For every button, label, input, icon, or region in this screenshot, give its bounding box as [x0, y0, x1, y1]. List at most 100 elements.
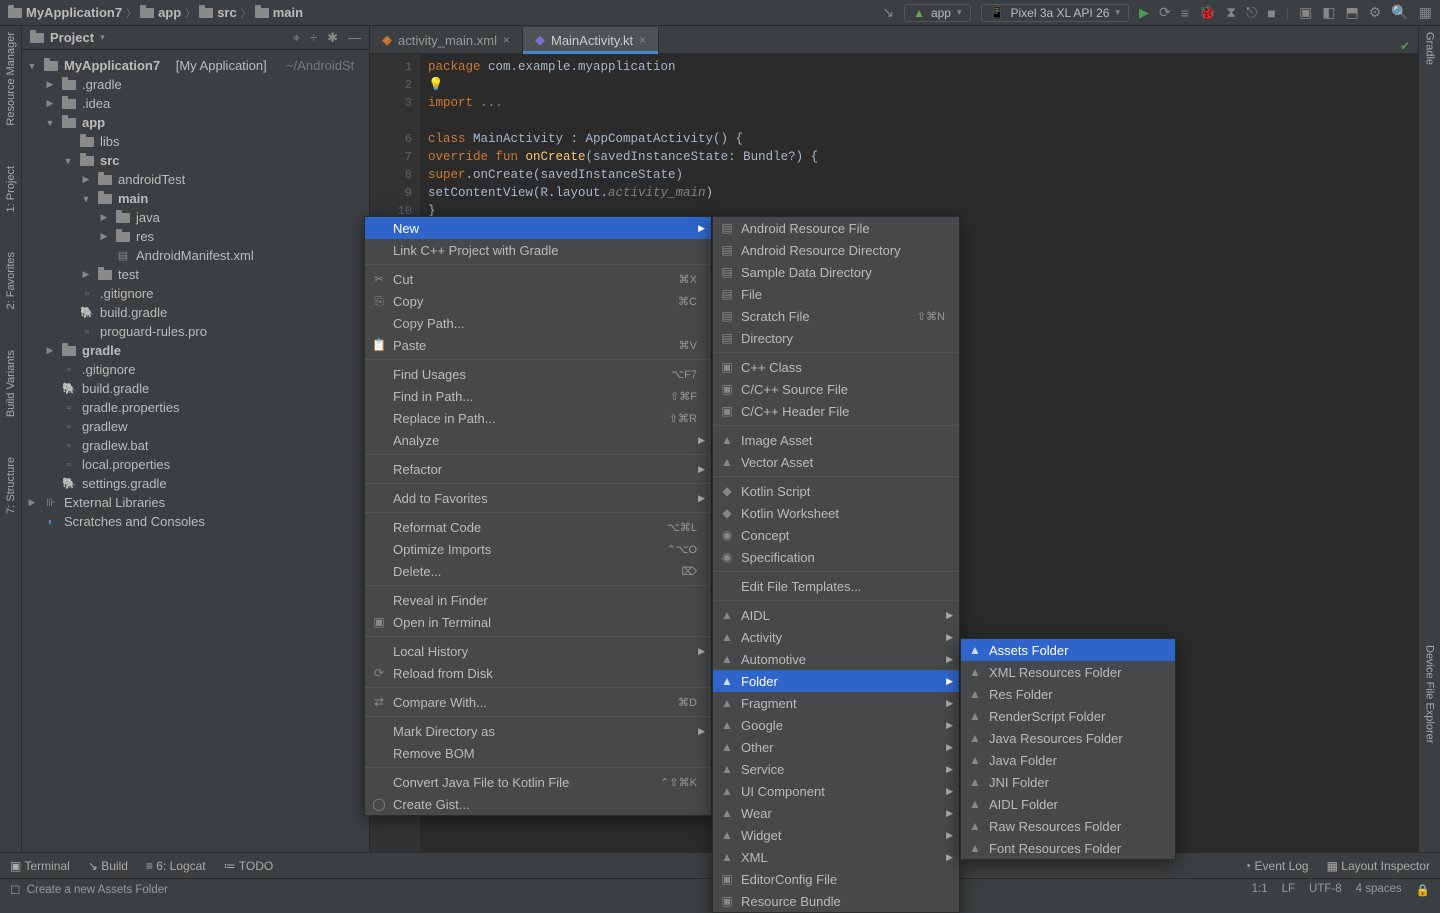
tree-item[interactable]: ▫local.properties: [22, 455, 369, 474]
menu-item[interactable]: Delete...⌦: [365, 560, 711, 582]
menu-item[interactable]: ▲UI Component▶: [713, 780, 959, 802]
tree-item[interactable]: 🐘settings.gradle: [22, 474, 369, 493]
apply-changes-icon[interactable]: ⟳: [1159, 4, 1171, 21]
tree-item[interactable]: 🐘build.gradle: [22, 303, 369, 322]
menu-item[interactable]: Optimize Imports⌃⌥O: [365, 538, 711, 560]
menu-item[interactable]: ▲Raw Resources Folder: [961, 815, 1175, 837]
project-tree[interactable]: ▼MyApplication7 [My Application] ~/Andro…: [22, 50, 369, 870]
menu-item[interactable]: 📋Paste⌘V: [365, 334, 711, 356]
menu-item[interactable]: ▣Open in Terminal: [365, 611, 711, 633]
close-icon[interactable]: ×: [503, 33, 510, 47]
rail-gradle[interactable]: Gradle: [1424, 32, 1436, 65]
rail-favorites[interactable]: 2: Favorites: [5, 252, 17, 309]
menu-item[interactable]: ⇄Compare With...⌘D: [365, 691, 711, 713]
tree-item[interactable]: ▤AndroidManifest.xml: [22, 246, 369, 265]
menu-item[interactable]: Convert Java File to Kotlin File⌃⇧⌘K: [365, 771, 711, 793]
menu-item[interactable]: ▲Folder▶: [713, 670, 959, 692]
menu-item[interactable]: ✂Cut⌘X: [365, 268, 711, 290]
menu-item[interactable]: ▲Res Folder: [961, 683, 1175, 705]
tree-item[interactable]: ▼src: [22, 151, 369, 170]
sync-icon[interactable]: ⬒: [1346, 4, 1359, 21]
rail-structure[interactable]: 7: Structure: [5, 457, 17, 514]
menu-item[interactable]: ▣C/C++ Header File: [713, 400, 959, 422]
menu-item[interactable]: ▲Image Asset: [713, 429, 959, 451]
menu-item[interactable]: ◯Create Gist...: [365, 793, 711, 815]
menu-item[interactable]: ▣C++ Class: [713, 356, 959, 378]
menu-item[interactable]: ▲Widget▶: [713, 824, 959, 846]
menu-item[interactable]: Analyze▶: [365, 429, 711, 451]
menu-item[interactable]: ▲Other▶: [713, 736, 959, 758]
menu-item[interactable]: Refactor▶: [365, 458, 711, 480]
menu-item[interactable]: ▲Wear▶: [713, 802, 959, 824]
menu-item[interactable]: Reveal in Finder: [365, 589, 711, 611]
menu-item[interactable]: ▲Automotive▶: [713, 648, 959, 670]
close-icon[interactable]: ×: [639, 33, 646, 47]
status-balloon-icon[interactable]: ☐: [10, 883, 20, 897]
run-config-dropdown[interactable]: ▲app▾: [904, 4, 970, 22]
menu-item[interactable]: ▲AIDL Folder: [961, 793, 1175, 815]
menu-item[interactable]: Local History▶: [365, 640, 711, 662]
breadcrumb-item[interactable]: MyApplication7: [26, 5, 122, 20]
menu-item[interactable]: ▲Assets Folder: [961, 639, 1175, 661]
rail-device-file-explorer[interactable]: Device File Explorer: [1424, 645, 1436, 743]
tree-root[interactable]: ▼MyApplication7 [My Application] ~/Andro…: [22, 56, 369, 75]
tree-item[interactable]: 🐘build.gradle: [22, 379, 369, 398]
tree-item[interactable]: ▶res: [22, 227, 369, 246]
tree-external-libs[interactable]: ▶⊪External Libraries: [22, 493, 369, 512]
panel-todo[interactable]: ≔ TODO: [224, 859, 274, 873]
menu-item[interactable]: ▤Directory: [713, 327, 959, 349]
menu-item[interactable]: ▲Fragment▶: [713, 692, 959, 714]
hide-icon[interactable]: —: [348, 30, 361, 46]
tab-main-activity[interactable]: ◆MainActivity.kt×: [523, 27, 659, 53]
menu-item[interactable]: ▲RenderScript Folder: [961, 705, 1175, 727]
tree-item[interactable]: ▫.gitignore: [22, 360, 369, 379]
breadcrumb-item[interactable]: main: [273, 5, 303, 20]
breadcrumb-item[interactable]: src: [217, 5, 237, 20]
tree-item[interactable]: ▶java: [22, 208, 369, 227]
menu-item[interactable]: ▲Java Folder: [961, 749, 1175, 771]
panel-build[interactable]: ↘ Build: [88, 859, 128, 873]
stop-icon[interactable]: ■: [1267, 5, 1275, 21]
panel-event-log[interactable]: ◔ Event Log: [1244, 859, 1309, 873]
menu-item[interactable]: Link C++ Project with Gradle: [365, 239, 711, 261]
menu-item[interactable]: ▲JNI Folder: [961, 771, 1175, 793]
hammer-icon[interactable]: ↘: [882, 4, 894, 21]
project-view-dropdown[interactable]: Project: [50, 30, 94, 45]
menu-item[interactable]: ▲AIDL▶: [713, 604, 959, 626]
device-dropdown[interactable]: 📱Pixel 3a XL API 26▾: [981, 4, 1129, 22]
menu-item[interactable]: ▲Font Resources Folder: [961, 837, 1175, 859]
menu-item[interactable]: New▶: [365, 217, 711, 239]
menu-item[interactable]: ◉Specification: [713, 546, 959, 568]
tree-item[interactable]: ▶androidTest: [22, 170, 369, 189]
menu-item[interactable]: Add to Favorites▶: [365, 487, 711, 509]
expand-icon[interactable]: ÷: [310, 30, 317, 46]
tree-item[interactable]: ▫gradlew: [22, 417, 369, 436]
menu-item[interactable]: ▣EditorConfig File: [713, 868, 959, 890]
menu-item[interactable]: ▤Android Resource Directory: [713, 239, 959, 261]
status-lock-icon[interactable]: 🔒: [1416, 883, 1430, 897]
menu-item[interactable]: ▤Android Resource File: [713, 217, 959, 239]
tree-item[interactable]: ▶gradle: [22, 341, 369, 360]
tree-item-main[interactable]: ▼main: [22, 189, 369, 208]
menu-item[interactable]: Replace in Path...⇧⌘R: [365, 407, 711, 429]
menu-item[interactable]: Mark Directory as▶: [365, 720, 711, 742]
run-button[interactable]: ▶: [1139, 5, 1149, 21]
panel-layout-inspector[interactable]: ▦ Layout Inspector: [1327, 859, 1430, 873]
status-indent[interactable]: 4 spaces: [1356, 883, 1402, 897]
menu-item[interactable]: ▲Google▶: [713, 714, 959, 736]
menu-item[interactable]: ▣Resource Bundle: [713, 890, 959, 912]
profile-icon[interactable]: ⧗: [1226, 4, 1236, 21]
hint-bulb-icon[interactable]: 💡: [428, 78, 444, 92]
menu-item[interactable]: ▲Java Resources Folder: [961, 727, 1175, 749]
inspection-ok-icon[interactable]: ✔: [1400, 39, 1410, 53]
menu-item[interactable]: ⎘Copy⌘C: [365, 290, 711, 312]
rail-build-variants[interactable]: Build Variants: [5, 350, 17, 417]
overflow-icon[interactable]: ▦: [1419, 4, 1432, 21]
menu-item[interactable]: Reformat Code⌥⌘L: [365, 516, 711, 538]
menu-item[interactable]: ◆Kotlin Worksheet: [713, 502, 959, 524]
menu-item[interactable]: Copy Path...: [365, 312, 711, 334]
menu-item[interactable]: ▲XML▶: [713, 846, 959, 868]
tree-item[interactable]: ▫.gitignore: [22, 284, 369, 303]
menu-item[interactable]: ◆Kotlin Script: [713, 480, 959, 502]
menu-item[interactable]: ▲Activity▶: [713, 626, 959, 648]
